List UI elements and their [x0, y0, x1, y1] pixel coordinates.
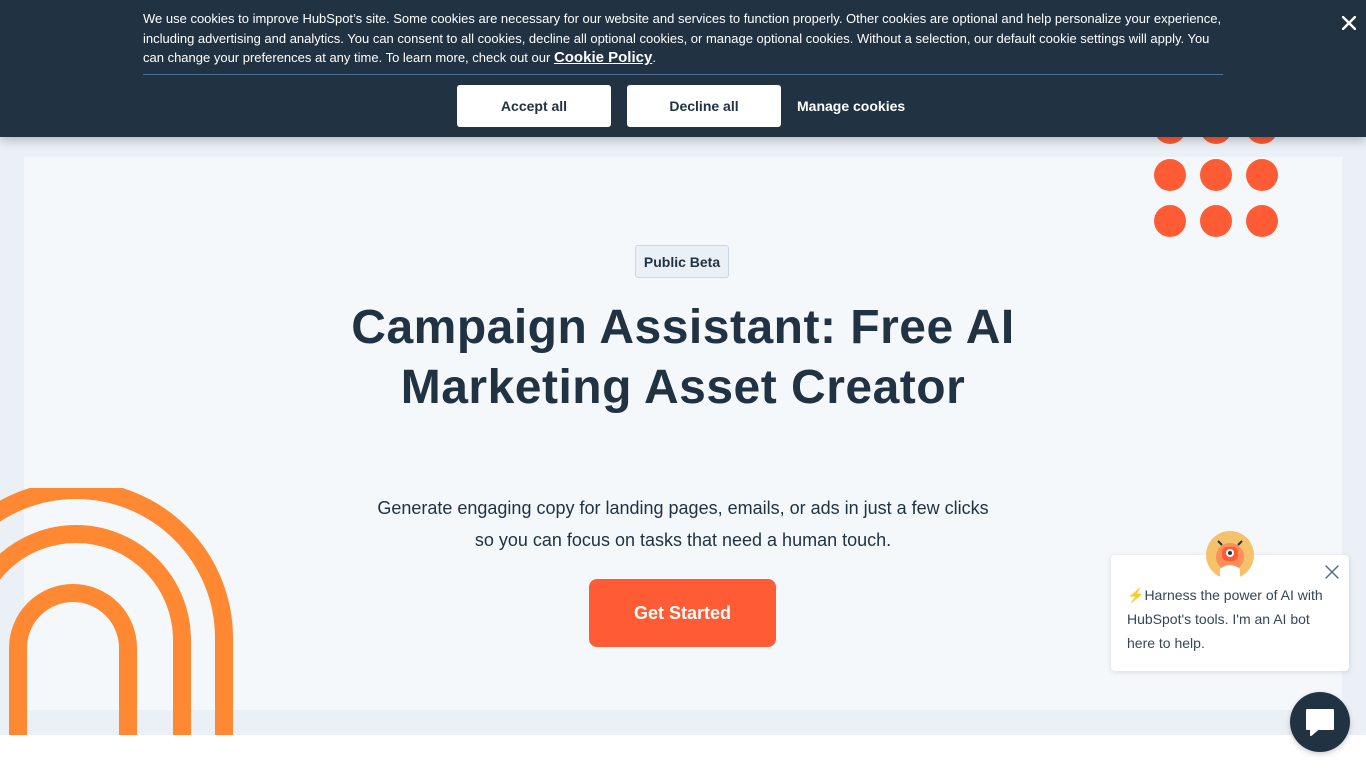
get-started-button[interactable]: Get Started [589, 579, 776, 647]
chat-message-text: Harness the power of AI with HubSpot's t… [1127, 587, 1323, 651]
chat-message: ⚡Harness the power of AI with HubSpot's … [1127, 583, 1337, 655]
chat-launcher-button[interactable] [1290, 692, 1350, 752]
manage-cookies-button[interactable]: Manage cookies [797, 85, 905, 127]
close-icon[interactable] [1338, 12, 1360, 34]
chat-bubble-icon [1306, 709, 1334, 736]
decorative-arches [0, 488, 233, 735]
cookie-banner-message: We use cookies to improve HubSpot’s site… [143, 11, 1222, 65]
close-icon[interactable] [1323, 563, 1341, 581]
public-beta-badge: Public Beta [635, 245, 729, 278]
decline-all-button[interactable]: Decline all [627, 85, 781, 127]
page-subtitle: Generate engaging copy for landing pages… [377, 498, 989, 550]
cookie-banner: We use cookies to improve HubSpot’s site… [0, 0, 1366, 137]
robot-avatar-icon [1206, 531, 1254, 579]
lightning-icon: ⚡ [1127, 587, 1145, 603]
accept-all-button[interactable]: Accept all [457, 85, 611, 127]
page-title: Campaign Assistant: Free AI Marketing As… [351, 301, 1015, 414]
cookie-banner-divider [143, 74, 1223, 75]
page-bottom [0, 735, 1366, 768]
cookie-banner-text: We use cookies to improve HubSpot’s site… [143, 9, 1223, 68]
cookie-policy-link[interactable]: Cookie Policy [554, 49, 652, 66]
cookie-policy-suffix: . [652, 50, 656, 65]
